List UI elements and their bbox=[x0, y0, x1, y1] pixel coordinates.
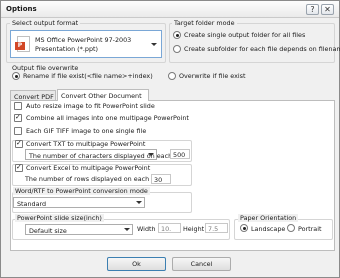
overwrite-replace-label: Overwrite if file exist bbox=[179, 72, 246, 80]
orientation-group-label: Paper Orientation bbox=[238, 214, 299, 222]
help-button[interactable]: ? bbox=[306, 4, 319, 15]
output-format-line2: Presentation (*.ppt) bbox=[35, 45, 98, 53]
word-rtf-group-label: Word/RTF to PowerPoint conversion mode bbox=[13, 187, 150, 195]
output-format-group-label: Select output format bbox=[10, 19, 81, 27]
output-format-line1: MS Office PowerPoint 97-2003 bbox=[35, 36, 132, 44]
target-single-label: Create single output folder for all file… bbox=[184, 31, 306, 39]
target-subfolder-radio[interactable] bbox=[173, 45, 181, 53]
title-bar: Options ? ✕ bbox=[1, 1, 339, 18]
options-dialog: Options ? ✕ Select output format P MS Of… bbox=[0, 0, 340, 278]
chevron-down-icon bbox=[148, 153, 154, 156]
portrait-label: Portrait bbox=[298, 225, 322, 233]
auto-resize-label: Auto resize image to fit PowerPoint slid… bbox=[26, 102, 155, 110]
height-label: Height bbox=[183, 225, 205, 233]
combine-images-label: Combine all images into one multipage Po… bbox=[26, 114, 189, 122]
overwrite-rename-label: Rename if file exist(<file name>+index) bbox=[23, 72, 153, 80]
ok-button[interactable]: Ok bbox=[107, 257, 166, 271]
txt-characters-input[interactable]: 500 bbox=[170, 149, 190, 159]
width-input[interactable]: 10. bbox=[158, 223, 181, 233]
target-single-radio[interactable] bbox=[173, 31, 181, 39]
word-rtf-mode-select[interactable]: Standard bbox=[13, 197, 145, 208]
portrait-radio[interactable] bbox=[287, 224, 295, 232]
target-folder-group-label: Target folder mode bbox=[172, 19, 237, 27]
height-input[interactable]: 7.5 bbox=[205, 223, 228, 233]
gif-tiff-checkbox[interactable] bbox=[14, 127, 22, 135]
convert-excel-checkbox[interactable] bbox=[15, 163, 23, 172]
chevron-down-icon bbox=[124, 228, 130, 231]
combine-images-checkbox[interactable] bbox=[14, 113, 22, 122]
chevron-down-icon bbox=[151, 43, 157, 46]
slide-size-select[interactable]: Default size bbox=[25, 224, 133, 235]
target-subfolder-label: Create subfolder for each file depends o… bbox=[184, 45, 340, 53]
gif-tiff-label: Each GIF TIFF image to one single file bbox=[26, 127, 147, 135]
powerpoint-file-icon: P bbox=[15, 36, 30, 52]
auto-resize-checkbox[interactable] bbox=[14, 102, 22, 110]
landscape-radio[interactable] bbox=[240, 224, 248, 232]
output-format-select[interactable]: P MS Office PowerPoint 97-2003 Presentat… bbox=[10, 30, 162, 58]
overwrite-group-label: Output file overwrite bbox=[12, 64, 79, 72]
landscape-label: Landscape bbox=[251, 225, 286, 233]
width-label: Width bbox=[137, 225, 156, 233]
target-folder-group bbox=[169, 23, 335, 63]
cancel-button[interactable]: Cancel bbox=[172, 257, 231, 271]
txt-characters-select[interactable]: The number of characters displayed on ea… bbox=[25, 149, 179, 160]
tab-convert-other-document[interactable]: Convert Other Document bbox=[57, 89, 149, 101]
overwrite-replace-radio[interactable] bbox=[168, 72, 176, 80]
convert-excel-label: Convert Excel to multipage PowerPoint bbox=[26, 164, 151, 172]
excel-rows-input[interactable]: 30 bbox=[151, 174, 171, 184]
excel-rows-label: The number of rows displayed on each sli… bbox=[25, 175, 167, 183]
convert-txt-label: Convert TXT to multipage PowerPoint bbox=[26, 140, 146, 148]
overwrite-rename-radio[interactable] bbox=[12, 72, 20, 80]
close-button[interactable]: ✕ bbox=[321, 4, 334, 15]
window-title: Options bbox=[6, 5, 37, 13]
slide-size-group-label: PowerPoint slide size(inch) bbox=[15, 214, 104, 222]
convert-txt-checkbox[interactable] bbox=[15, 139, 23, 148]
help-icon: ? bbox=[310, 5, 315, 14]
close-icon: ✕ bbox=[324, 5, 331, 14]
chevron-down-icon bbox=[136, 201, 142, 204]
